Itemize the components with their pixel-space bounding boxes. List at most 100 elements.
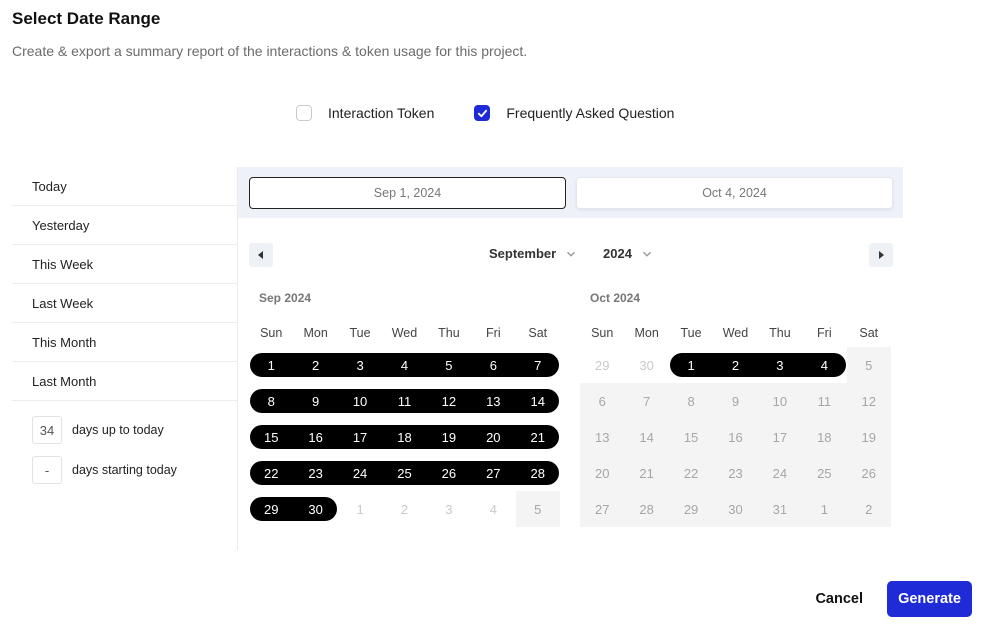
day-cell[interactable]: 6	[471, 347, 516, 383]
day-number: 24	[772, 465, 788, 481]
month-select[interactable]: September	[489, 246, 576, 261]
day-cell[interactable]: 10	[337, 383, 383, 419]
day-cell: 15	[668, 419, 714, 455]
day-cell[interactable]: 29	[249, 491, 294, 527]
day-cell[interactable]: 18	[382, 419, 428, 455]
end-date-field[interactable]: Oct 4, 2024	[576, 177, 893, 209]
day-number: 14	[639, 429, 654, 445]
day-number: 13	[486, 393, 501, 409]
week-row: 29 30 1 2 3 4 5	[249, 491, 560, 527]
day-number: 29	[683, 501, 699, 517]
day-cell[interactable]: 24	[337, 455, 383, 491]
day-cell[interactable]: 2	[293, 347, 339, 383]
day-cell[interactable]: 5	[426, 347, 472, 383]
day-cell: 9	[713, 383, 758, 419]
caret-right-icon	[879, 251, 884, 259]
day-cell: 7	[624, 383, 669, 419]
day-number: 7	[643, 393, 651, 409]
day-cell[interactable]: 17	[337, 419, 383, 455]
day-number: 18	[817, 429, 832, 445]
day-cell[interactable]: 9	[293, 383, 339, 419]
week-row: 15 16 17 18 19 20 21	[249, 419, 560, 455]
day-cell[interactable]: 13	[471, 383, 516, 419]
day-grid: 29 30 1 2 3 4 5 6 7 8 9 10 11 12 13 14 15 16 17 18 19 20 21 22 2…	[580, 347, 891, 527]
days-starting-today-row: days starting today	[12, 455, 237, 485]
day-cell: 24	[757, 455, 803, 491]
week-row: 20 21 22 23 24 25 26	[580, 455, 891, 491]
checkbox-interaction-token[interactable]	[296, 105, 312, 121]
filter-faq[interactable]: Frequently Asked Question	[474, 105, 674, 121]
day-cell[interactable]: 14	[515, 383, 560, 419]
day-number: 6	[489, 357, 497, 373]
day-cell[interactable]: 3	[337, 347, 383, 383]
day-cell[interactable]: 7	[515, 347, 560, 383]
day-cell[interactable]: 20	[471, 419, 516, 455]
weekday-label: Sat	[859, 326, 879, 340]
weekday-label: Wed	[722, 326, 749, 340]
days-starting-today-label: days starting today	[72, 463, 177, 477]
year-select-value: 2024	[603, 246, 632, 261]
day-cell[interactable]: 15	[249, 419, 294, 455]
filter-checkboxes: Interaction Token Frequently Asked Quest…	[296, 105, 714, 121]
day-cell: 4	[471, 491, 515, 527]
week-row: 1 2 3 4 5 6 7	[249, 347, 560, 383]
day-cell[interactable]: 3	[757, 347, 803, 383]
day-cell: 12	[846, 383, 891, 419]
day-cell[interactable]: 1	[249, 347, 294, 383]
day-cell[interactable]: 16	[293, 419, 339, 455]
day-number: 6	[598, 393, 606, 409]
days-up-to-today-input[interactable]	[32, 416, 62, 444]
day-cell[interactable]: 19	[426, 419, 472, 455]
days-starting-today-input[interactable]	[32, 456, 62, 484]
day-number: 11	[397, 393, 412, 409]
start-date-field[interactable]: Sep 1, 2024	[249, 177, 566, 209]
next-month-button[interactable]	[869, 243, 893, 267]
day-cell[interactable]: 26	[426, 455, 472, 491]
day-cell[interactable]: 23	[293, 455, 339, 491]
cancel-button[interactable]: Cancel	[815, 591, 863, 607]
day-cell[interactable]: 22	[249, 455, 294, 491]
generate-button[interactable]: Generate	[887, 581, 972, 617]
year-select[interactable]: 2024	[603, 246, 652, 261]
preset-this-week[interactable]: This Week	[12, 245, 237, 284]
day-number: 19	[441, 429, 457, 445]
day-number: 10	[352, 393, 368, 409]
day-number: 30	[728, 501, 743, 517]
day-cell[interactable]: 8	[249, 383, 294, 419]
calendar-panel: Sep 1, 2024 Oct 4, 2024 September 2024 S…	[237, 167, 903, 550]
day-cell[interactable]: 27	[471, 455, 516, 491]
day-number: 11	[817, 393, 832, 409]
month-title: Sep 2024	[259, 291, 312, 305]
day-cell: 23	[713, 455, 758, 491]
day-number: 2	[865, 501, 873, 517]
day-cell[interactable]: 4	[382, 347, 428, 383]
prev-month-button[interactable]	[249, 243, 273, 267]
day-cell[interactable]: 1	[669, 347, 714, 383]
day-number: 20	[594, 465, 610, 481]
page-title: Select Date Range	[12, 9, 161, 28]
day-cell[interactable]: 11	[382, 383, 428, 419]
day-cell[interactable]: 4	[802, 347, 846, 383]
preset-this-month[interactable]: This Month	[12, 323, 237, 362]
day-cell: 29	[668, 491, 714, 527]
preset-yesterday[interactable]: Yesterday	[12, 206, 237, 245]
preset-today[interactable]: Today	[12, 167, 237, 206]
day-cell[interactable]: 2	[713, 347, 759, 383]
day-cell[interactable]: 28	[515, 455, 560, 491]
day-cell[interactable]: 12	[426, 383, 472, 419]
day-number: 2	[400, 501, 409, 517]
preset-last-month[interactable]: Last Month	[12, 362, 237, 401]
preset-last-week[interactable]: Last Week	[12, 284, 237, 323]
day-cell[interactable]: 25	[382, 455, 428, 491]
day-cell[interactable]: 21	[515, 419, 560, 455]
day-cell[interactable]: 30	[293, 491, 338, 527]
day-number: 16	[728, 429, 743, 445]
day-number: 10	[772, 393, 788, 409]
day-number: 15	[683, 429, 699, 445]
week-row: 22 23 24 25 26 27 28	[249, 455, 560, 491]
checkbox-faq[interactable]	[474, 105, 491, 121]
day-number: 4	[400, 357, 409, 373]
day-number: 3	[445, 501, 453, 517]
day-number: 30	[639, 357, 654, 373]
filter-interaction-token[interactable]: Interaction Token	[296, 105, 434, 121]
